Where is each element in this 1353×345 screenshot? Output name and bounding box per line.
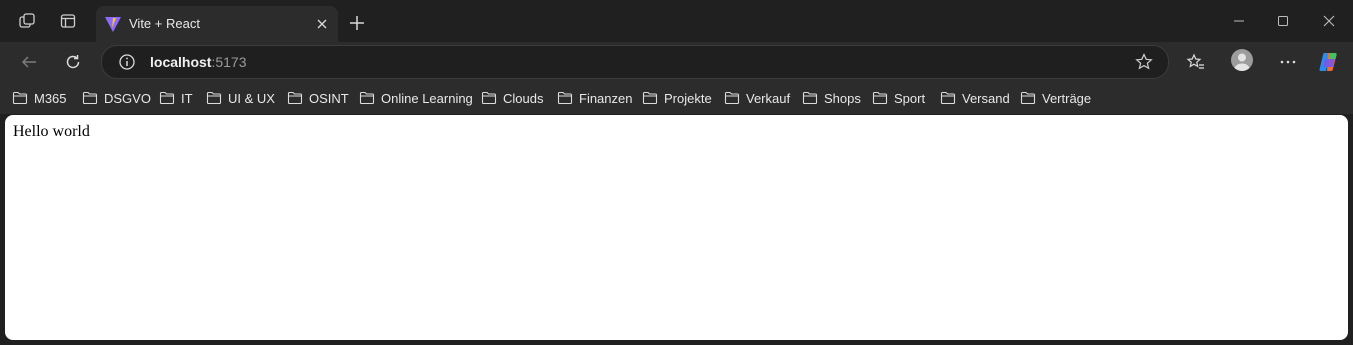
bookmark-folder[interactable]: Projekte xyxy=(642,89,712,107)
title-bar: Vite + React xyxy=(0,0,1353,42)
bookmarks-bar: M365 DSGVO IT UI & UX OSINT Online Learn… xyxy=(0,82,1353,114)
bookmark-label: M365 xyxy=(34,90,67,106)
folder-icon xyxy=(12,91,28,105)
refresh-icon[interactable] xyxy=(61,50,85,74)
vite-logo-icon xyxy=(104,15,122,33)
bookmark-label: Clouds xyxy=(503,90,544,106)
bookmark-label: Verkauf xyxy=(746,90,791,106)
tab-title: Vite + React xyxy=(129,16,200,31)
minimize-icon[interactable] xyxy=(1227,10,1251,32)
bookmark-folder[interactable]: Verträge xyxy=(1020,89,1091,107)
bookmark-folder[interactable]: M365 xyxy=(12,89,67,107)
bookmark-label: Online Learning xyxy=(381,90,473,106)
folder-icon xyxy=(159,91,175,105)
vertical-tabs-icon[interactable] xyxy=(58,11,78,31)
bookmark-folder[interactable]: Sport xyxy=(872,89,925,107)
bookmark-label: Versand xyxy=(962,90,1010,106)
bookmark-label: UI & UX xyxy=(228,90,275,106)
bookmark-label: Finanzen xyxy=(579,90,633,106)
copilot-icon[interactable] xyxy=(1317,50,1341,74)
bookmark-folder[interactable]: Shops xyxy=(802,89,861,107)
bookmark-label: OSINT xyxy=(309,90,349,106)
profile-avatar-icon[interactable] xyxy=(1231,49,1253,71)
folder-icon xyxy=(642,91,658,105)
plus-icon[interactable] xyxy=(347,13,367,33)
window-close-icon[interactable] xyxy=(1317,10,1341,32)
folder-icon xyxy=(802,91,818,105)
bookmark-folder[interactable]: Versand xyxy=(940,89,1010,107)
folder-icon xyxy=(359,91,375,105)
bookmark-folder[interactable]: Finanzen xyxy=(557,89,632,107)
more-icon[interactable] xyxy=(1276,50,1300,74)
tab-active[interactable]: Vite + React xyxy=(96,6,338,42)
folder-icon xyxy=(557,91,573,105)
url-text[interactable]: localhost:5173 xyxy=(150,54,247,70)
folder-icon xyxy=(82,91,98,105)
page-viewport: Hello world xyxy=(5,115,1348,340)
bookmark-label: Verträge xyxy=(1042,90,1092,106)
folder-icon xyxy=(940,91,956,105)
navigation-toolbar: localhost:5173 xyxy=(0,42,1353,82)
star-icon[interactable] xyxy=(1134,52,1154,72)
maximize-icon[interactable] xyxy=(1271,10,1295,32)
page-text: Hello world xyxy=(13,123,90,140)
bookmark-folder[interactable]: Verkauf xyxy=(724,89,790,107)
folder-icon xyxy=(287,91,303,105)
folder-icon xyxy=(206,91,222,105)
url-port: :5173 xyxy=(211,54,247,70)
bookmark-folder[interactable]: DSGVO xyxy=(82,89,151,107)
bookmark-label: IT xyxy=(181,90,193,106)
bookmark-label: DSGVO xyxy=(104,90,151,106)
folder-icon xyxy=(872,91,888,105)
workspaces-icon[interactable] xyxy=(17,11,37,31)
bookmark-folder[interactable]: Clouds xyxy=(481,89,543,107)
address-bar[interactable]: localhost:5173 xyxy=(101,45,1169,79)
back-arrow-icon[interactable] xyxy=(17,50,41,74)
bookmark-folder[interactable]: Online Learning xyxy=(359,89,473,107)
bookmark-label: Shops xyxy=(824,90,861,106)
close-icon[interactable] xyxy=(313,15,331,33)
bookmark-folder[interactable]: UI & UX xyxy=(206,89,275,107)
bookmark-folder[interactable]: IT xyxy=(159,89,193,107)
bookmark-label: Sport xyxy=(894,90,926,106)
url-host: localhost xyxy=(150,54,212,70)
favorites-icon[interactable] xyxy=(1184,50,1208,74)
bookmark-folder[interactable]: OSINT xyxy=(287,89,349,107)
folder-icon xyxy=(481,91,497,105)
folder-icon xyxy=(1020,91,1036,105)
info-icon[interactable] xyxy=(118,53,136,71)
bookmark-label: Projekte xyxy=(664,90,712,106)
folder-icon xyxy=(724,91,740,105)
